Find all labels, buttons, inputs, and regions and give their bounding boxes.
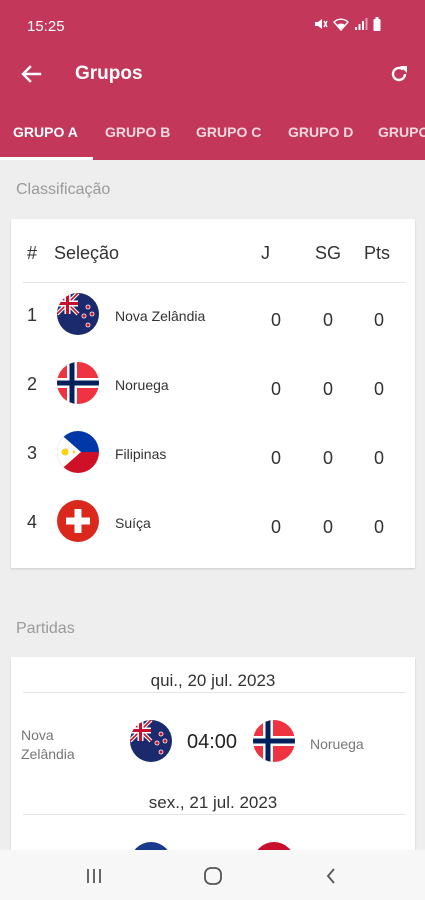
header-points: Pts <box>364 243 391 263</box>
wifi-icon <box>333 18 349 31</box>
battery-icon <box>373 17 381 31</box>
tab-grupo-e[interactable]: GRUPO <box>378 124 425 140</box>
header-played: J <box>261 243 270 263</box>
row-played: 0 <box>270 517 281 537</box>
group-tabs: GRUPO A GRUPO B GRUPO C GRUPO D GRUPO <box>0 116 425 160</box>
norway-flag-icon <box>253 720 295 762</box>
date-divider <box>23 692 405 693</box>
row-goal-diff: 0 <box>322 310 333 330</box>
standings-row[interactable]: 1 Nova Zelândia 0 0 0 <box>11 283 415 352</box>
row-team-name: Nova Zelândia <box>115 308 206 324</box>
standings-section-title: Classificação <box>16 181 111 198</box>
status-time: 15:25 <box>27 18 65 35</box>
row-team-name: Suíça <box>115 515 151 531</box>
home-team-name-line1: Nova <box>21 727 54 743</box>
standings-row[interactable]: 2 Noruega 0 0 0 <box>11 352 415 421</box>
tab-indicator <box>0 157 93 160</box>
tab-grupo-c[interactable]: GRUPO C <box>196 124 261 140</box>
away-team-name: Noruega <box>310 736 364 752</box>
header-goal-diff: SG <box>315 243 342 263</box>
row-position: 3 <box>27 443 38 463</box>
row-played: 0 <box>270 448 281 468</box>
home-team-name-line2: Zelândia <box>21 746 75 762</box>
status-icons <box>314 17 381 31</box>
system-nav-bar <box>0 850 425 900</box>
back-arrow-icon[interactable] <box>20 64 42 84</box>
tab-grupo-b[interactable]: GRUPO B <box>105 124 170 140</box>
home-icon[interactable] <box>203 866 223 886</box>
header-pos: # <box>27 243 38 263</box>
row-goal-diff: 0 <box>322 517 333 537</box>
philippines-flag-icon <box>57 431 99 473</box>
row-points: 0 <box>373 517 384 537</box>
tab-grupo-a[interactable]: GRUPO A <box>13 124 78 140</box>
recent-apps-icon[interactable] <box>84 867 104 885</box>
matches-card: qui., 20 jul. 2023 Nova Zelândia 04:00 N… <box>11 657 415 884</box>
row-points: 0 <box>373 310 384 330</box>
date-divider <box>23 814 405 815</box>
row-played: 0 <box>270 310 281 330</box>
matches-section-title: Partidas <box>16 620 75 637</box>
switzerland-flag-icon <box>57 500 99 542</box>
row-played: 0 <box>270 379 281 399</box>
match-date: sex., 21 jul. 2023 <box>148 793 278 812</box>
new-zealand-flag-icon <box>130 720 172 762</box>
match-date: qui., 20 jul. 2023 <box>150 671 276 690</box>
refresh-icon[interactable] <box>389 64 409 84</box>
signal-icon <box>355 18 368 30</box>
row-points: 0 <box>373 448 384 468</box>
row-position: 1 <box>27 305 38 325</box>
row-points: 0 <box>373 379 384 399</box>
standings-row[interactable]: 4 Suíça 0 0 0 <box>11 490 415 559</box>
back-nav-icon[interactable] <box>324 866 338 886</box>
new-zealand-flag-icon <box>57 293 99 335</box>
mute-icon <box>315 19 328 29</box>
status-bar: 15:25 <box>0 0 425 52</box>
match-time: 04:00 <box>187 731 238 753</box>
row-team-name: Filipinas <box>115 446 167 462</box>
row-position: 4 <box>27 512 38 532</box>
standings-card: # Seleção J SG Pts 1 Nova Zelândia 0 0 0 <box>11 219 415 568</box>
app-bar: 15:25 Grupos GRUPO A GRUPO B GRUPO C GRU… <box>0 0 425 160</box>
home-team-name: Nova Zelândia <box>21 726 75 764</box>
norway-flag-icon <box>57 362 99 404</box>
row-goal-diff: 0 <box>322 448 333 468</box>
standings-row[interactable]: 3 Filipinas 0 0 0 <box>11 421 415 490</box>
header-team: Seleção <box>54 243 120 263</box>
row-goal-diff: 0 <box>322 379 333 399</box>
row-team-name: Noruega <box>115 377 169 393</box>
page-title: Grupos <box>75 63 143 84</box>
tab-grupo-d[interactable]: GRUPO D <box>288 124 353 140</box>
row-position: 2 <box>27 374 38 394</box>
